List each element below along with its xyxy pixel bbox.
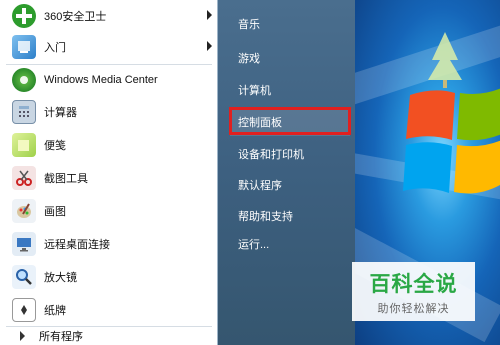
menu-item-games[interactable]: 游戏 bbox=[230, 44, 350, 72]
highlight-box bbox=[229, 107, 351, 135]
program-label: 纸牌 bbox=[44, 305, 66, 317]
submenu-arrow-icon bbox=[207, 10, 212, 20]
program-label: 入门 bbox=[44, 42, 66, 54]
snipping-tool-icon bbox=[12, 166, 36, 190]
program-solitaire[interactable]: 纸牌 bbox=[0, 294, 218, 326]
menu-item-label: 运行... bbox=[238, 239, 270, 251]
program-label: 截图工具 bbox=[44, 173, 88, 185]
program-label: 计算器 bbox=[44, 107, 77, 119]
windows-logo-icon bbox=[403, 88, 500, 194]
menu-item-music[interactable]: 音乐 bbox=[230, 10, 350, 38]
getting-started-icon bbox=[12, 35, 36, 59]
calculator-icon bbox=[12, 100, 36, 124]
submenu-arrow-icon bbox=[207, 41, 212, 51]
program-label: 放大镜 bbox=[44, 272, 77, 284]
program-magnifier[interactable]: 放大镜 bbox=[0, 261, 218, 293]
program-snipping-tool[interactable]: 截图工具 bbox=[0, 162, 218, 194]
program-calculator[interactable]: 计算器 bbox=[0, 96, 218, 128]
all-programs-button[interactable]: 所有程序 bbox=[0, 326, 218, 345]
menu-item-help-support[interactable]: 帮助和支持 bbox=[230, 202, 350, 230]
menu-item-label: 游戏 bbox=[238, 53, 260, 65]
program-label: Windows Media Center bbox=[44, 74, 158, 86]
program-sticky-notes[interactable]: 便笺 bbox=[0, 129, 218, 161]
program-label: 远程桌面连接 bbox=[44, 239, 110, 251]
menu-item-run[interactable]: 运行... bbox=[230, 230, 350, 258]
program-paint[interactable]: 画图 bbox=[0, 195, 218, 227]
program-windows-media-center[interactable]: Windows Media Center bbox=[0, 64, 218, 96]
paint-icon bbox=[12, 199, 36, 223]
expand-arrow-icon bbox=[20, 330, 25, 341]
menu-item-devices-printers[interactable]: 设备和打印机 bbox=[230, 140, 350, 168]
program-remote-desktop[interactable]: 远程桌面连接 bbox=[0, 228, 218, 260]
menu-item-computer[interactable]: 计算机 bbox=[230, 76, 350, 104]
media-center-icon bbox=[12, 68, 36, 92]
sticky-notes-icon bbox=[12, 133, 36, 157]
menu-item-label: 设备和打印机 bbox=[238, 149, 304, 161]
start-menu: 360安全卫士 入门 Windows Media Center 计算器 便笺 截… bbox=[0, 0, 355, 345]
watermark-subtitle: 助你轻松解决 bbox=[377, 301, 450, 315]
watermark-title: 百科全说 bbox=[369, 271, 458, 296]
all-programs-label: 所有程序 bbox=[39, 330, 83, 343]
menu-item-label: 音乐 bbox=[238, 19, 260, 31]
remote-desktop-icon bbox=[12, 232, 36, 256]
menu-item-label: 默认程序 bbox=[238, 180, 282, 192]
menu-item-label: 帮助和支持 bbox=[238, 211, 293, 223]
program-label: 360安全卫士 bbox=[44, 11, 107, 23]
program-label: 便笺 bbox=[44, 140, 66, 152]
program-label: 画图 bbox=[44, 206, 66, 218]
start-menu-programs-pane: 360安全卫士 入门 Windows Media Center 计算器 便笺 截… bbox=[0, 0, 218, 345]
program-360-security[interactable]: 360安全卫士 bbox=[0, 0, 218, 32]
menu-item-label: 计算机 bbox=[238, 85, 271, 97]
solitaire-icon bbox=[12, 298, 36, 322]
magnifier-icon bbox=[12, 265, 36, 289]
menu-item-default-programs[interactable]: 默认程序 bbox=[230, 171, 350, 199]
watermark: 百科全说 助你轻松解决 bbox=[352, 262, 475, 321]
program-getting-started[interactable]: 入门 bbox=[0, 31, 218, 63]
360-shield-icon bbox=[12, 4, 36, 28]
